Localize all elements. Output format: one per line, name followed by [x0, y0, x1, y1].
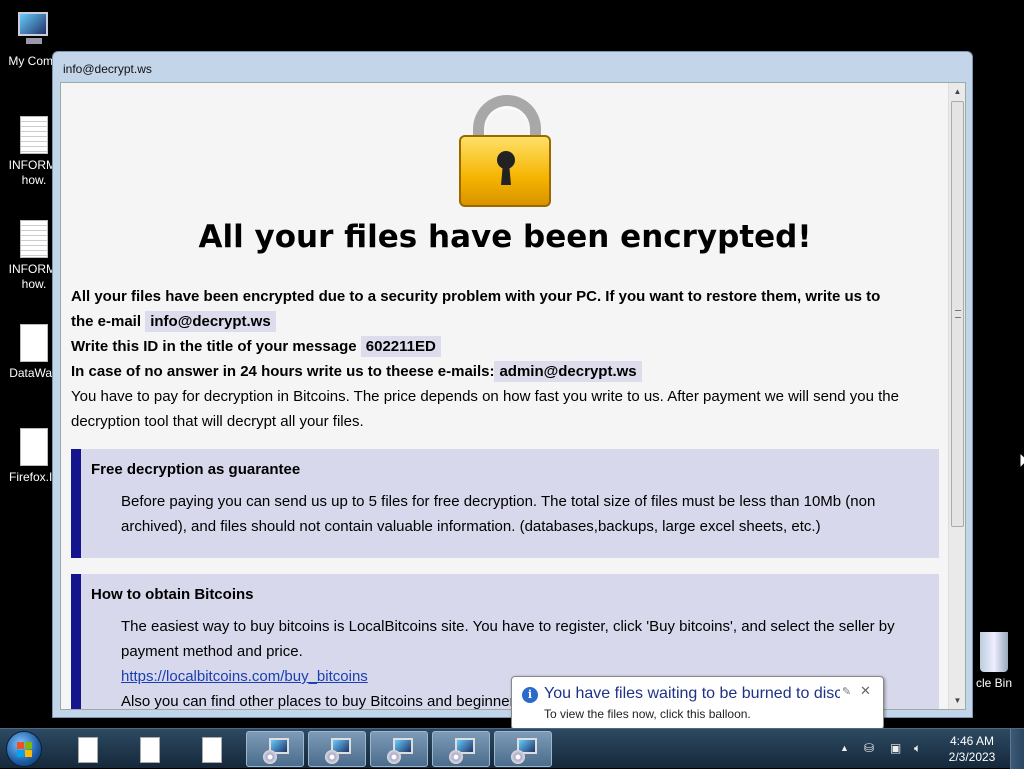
alt-contact-email: admin@decrypt.ws [494, 361, 642, 382]
taskbar-item-app-2[interactable] [308, 731, 366, 767]
recycle-bin-icon [980, 632, 1008, 672]
clock-date: 2/3/2023 [948, 750, 996, 764]
scroll-down-arrow-icon[interactable]: ▼ [949, 692, 965, 709]
box-title: How to obtain Bitcoins [91, 586, 254, 603]
ransom-note-window[interactable]: info@decrypt.ws All your files have been… [52, 51, 973, 718]
balloon-body: To view the files now, click this balloo… [544, 707, 751, 721]
window-content: All your files have been encrypted! All … [60, 82, 966, 710]
computer-disc-icon [325, 738, 353, 764]
padlock-icon [459, 95, 555, 211]
bitcoin-instructions: The easiest way to buy bitcoins is Local… [121, 618, 895, 660]
desktop-icon-label: cle Bin [975, 676, 1013, 690]
file-icon [20, 324, 48, 362]
file-icon [202, 737, 222, 763]
intro-line: All your files have been encrypted due t… [71, 288, 881, 305]
computer-disc-icon [387, 738, 415, 764]
notification-balloon[interactable]: i You have files waiting to be burned to… [511, 676, 884, 742]
window-title: info@decrypt.ws [63, 62, 152, 76]
localbitcoins-link[interactable]: https://localbitcoins.com/buy_bitcoins [121, 668, 368, 685]
scrollbar-thumb[interactable] [951, 101, 964, 527]
text-file-icon [20, 220, 48, 258]
show-desktop-button[interactable] [1010, 729, 1024, 769]
taskbar-item-file-2[interactable] [120, 731, 178, 767]
id-label: Write this ID in the title of your messa… [71, 338, 357, 355]
computer-disc-icon [263, 738, 291, 764]
computer-disc-icon [511, 738, 539, 764]
intro-paragraph: All your files have been encrypted due t… [71, 284, 941, 434]
no-answer-label: In case of no answer in 24 hours write u… [71, 363, 495, 380]
free-decryption-box: Free decryption as guarantee Before payi… [71, 449, 939, 558]
network-icon[interactable]: ▣ [890, 741, 901, 755]
computer-icon [14, 10, 54, 50]
taskbar-item-app-3[interactable] [370, 731, 428, 767]
taskbar: ▲ ⛁ ▣ 🔈︎ 4:46 AM 2/3/2023 [0, 728, 1024, 769]
show-hidden-icons-arrow-icon[interactable]: ▲ [840, 743, 849, 753]
file-icon [78, 737, 98, 763]
clock[interactable]: 4:46 AM 2/3/2023 [948, 733, 996, 765]
balloon-title: You have files waiting to be burned to d… [544, 685, 840, 702]
box-title: Free decryption as guarantee [91, 461, 301, 478]
victim-id: 602211ED [360, 336, 441, 357]
computer-disc-icon [449, 738, 477, 764]
payment-text: You have to pay for decryption in Bitcoi… [71, 388, 899, 430]
page-title: All your files have been encrypted! [198, 219, 812, 255]
taskbar-item-app-5[interactable] [494, 731, 552, 767]
taskbar-item-file-3[interactable] [182, 731, 240, 767]
desktop-icon-recycle-bin[interactable]: cle Bin [964, 632, 1024, 690]
windows-logo-icon [17, 742, 33, 758]
system-tray: ▲ ⛁ ▣ 🔈︎ 4:46 AM 2/3/2023 [838, 729, 1024, 769]
info-icon: i [522, 687, 538, 703]
disc-burn-icon[interactable]: ⛁ [864, 741, 874, 755]
file-icon [140, 737, 160, 763]
contact-email: info@decrypt.ws [145, 311, 276, 332]
wrench-icon[interactable]: ✎ [842, 685, 851, 698]
volume-icon[interactable]: 🔈︎ [914, 741, 921, 756]
email-label: the e-mail [71, 313, 142, 330]
taskbar-item-app-1[interactable] [246, 731, 304, 767]
clock-time: 4:46 AM [949, 734, 995, 748]
text-file-icon [20, 116, 48, 154]
taskbar-item-app-4[interactable] [432, 731, 490, 767]
scroll-up-arrow-icon[interactable]: ▲ [949, 83, 965, 100]
close-icon[interactable]: ✕ [860, 683, 871, 699]
start-button[interactable] [6, 731, 42, 767]
vertical-scrollbar[interactable]: ▲ ▼ [948, 83, 965, 709]
file-icon [20, 428, 48, 466]
box-text: Before paying you can send us up to 5 fi… [121, 493, 876, 535]
taskbar-item-file-1[interactable] [58, 731, 116, 767]
